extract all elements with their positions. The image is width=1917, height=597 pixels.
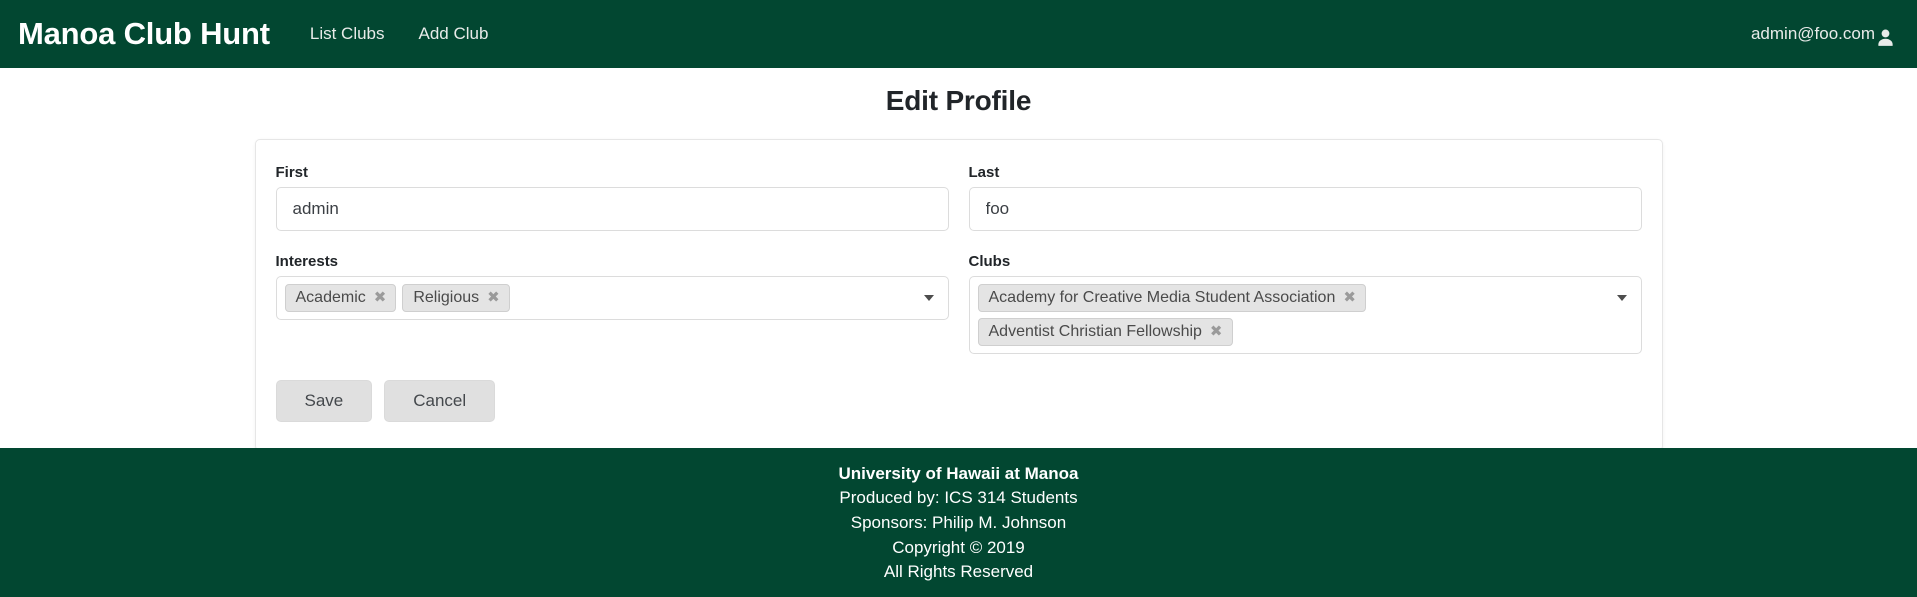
tag-label: Academic (295, 288, 366, 306)
tag-remove-icon[interactable]: ✖ (1210, 324, 1223, 339)
tag-remove-icon[interactable]: ✖ (374, 290, 387, 305)
footer-line-produced-by: Produced by: ICS 314 Students (839, 488, 1078, 508)
page-title: Edit Profile (885, 85, 1032, 116)
footer-line-sponsors: Sponsors: Philip M. Johnson (850, 513, 1067, 533)
footer: University of Hawaii at Manoa Produced b… (0, 447, 1917, 597)
brand-logo[interactable]: Manoa Club Hunt (18, 16, 270, 52)
last-name-input[interactable] (968, 187, 1642, 231)
tag-label: Academy for Creative Media Student Assoc… (988, 288, 1336, 306)
cancel-button[interactable]: Cancel (384, 380, 496, 422)
clubs-label: Clubs (968, 253, 1011, 270)
nav-links: List Clubs Add Club (310, 24, 489, 44)
tag-remove-icon[interactable]: ✖ (1343, 290, 1356, 305)
person-icon (1876, 28, 1895, 47)
tag-label: Religious (413, 288, 480, 306)
tag-remove-icon[interactable]: ✖ (487, 290, 500, 305)
first-name-input[interactable] (275, 187, 949, 231)
name-row: First Last (275, 164, 1642, 231)
chevron-down-icon[interactable] (1616, 295, 1627, 301)
tag-label: Adventist Christian Fellowship (988, 322, 1202, 340)
selects-row: Interests Academic ✖ Religious ✖ Clubs A… (275, 253, 1642, 354)
first-name-label: First (275, 164, 309, 181)
last-name-label: Last (968, 164, 1000, 181)
interests-multiselect[interactable]: Academic ✖ Religious ✖ (275, 276, 949, 320)
last-name-group: Last (968, 164, 1642, 231)
row-spacer (276, 231, 1642, 253)
form-actions: Save Cancel (275, 380, 1642, 422)
clubs-group: Clubs Academy for Creative Media Student… (968, 253, 1642, 354)
nav-link-list-clubs[interactable]: List Clubs (310, 24, 385, 44)
clubs-multiselect[interactable]: Academy for Creative Media Student Assoc… (968, 276, 1642, 354)
interests-group: Interests Academic ✖ Religious ✖ (275, 253, 949, 354)
footer-line-rights: All Rights Reserved (883, 562, 1034, 582)
clubs-tag: Adventist Christian Fellowship ✖ (977, 318, 1233, 346)
save-button[interactable]: Save (275, 380, 373, 422)
user-email-label: admin@foo.com (1750, 24, 1875, 43)
user-menu[interactable]: admin@foo.com (1750, 24, 1895, 47)
interests-tag: Academic ✖ (284, 284, 397, 312)
footer-line-organization: University of Hawaii at Manoa (838, 463, 1079, 483)
navbar: Manoa Club Hunt List Clubs Add Club admi… (0, 0, 1917, 68)
nav-link-add-club[interactable]: Add Club (419, 24, 489, 44)
edit-profile-card: First Last Interests Academic ✖ Religiou… (254, 139, 1663, 451)
first-name-group: First (275, 164, 949, 231)
main-content: Edit Profile First Last Interests Academ… (0, 68, 1917, 451)
interests-tag: Religious ✖ (402, 284, 510, 312)
chevron-down-icon[interactable] (923, 295, 934, 301)
interests-label: Interests (275, 253, 339, 270)
footer-line-copyright: Copyright © 2019 (892, 537, 1025, 557)
clubs-tag: Academy for Creative Media Student Assoc… (977, 284, 1366, 312)
